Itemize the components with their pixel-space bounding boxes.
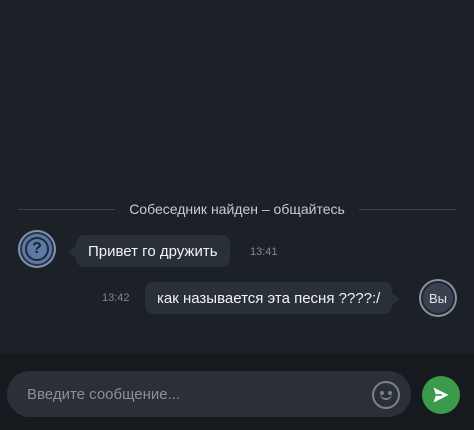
my-avatar-label: Вы xyxy=(428,290,447,306)
message-input-placeholder: Введите сообщение... xyxy=(27,385,181,403)
message-bubble-incoming: Привет го дружить xyxy=(68,235,230,267)
divider-left xyxy=(18,208,116,210)
message-text: Привет го дружить xyxy=(88,242,218,260)
chat-app: Собеседник найден – общайтесь ? Привет г… xyxy=(0,0,474,430)
send-button[interactable] xyxy=(422,376,460,414)
message-time: 13:42 xyxy=(102,292,130,304)
divider-right xyxy=(358,208,456,210)
message-text: как называется эта песня ????:/ xyxy=(157,289,381,307)
system-notice: Собеседник найден – общайтесь xyxy=(18,198,456,220)
emoji-mouth xyxy=(380,393,392,400)
message-time: 13:41 xyxy=(250,246,278,258)
message-list: Собеседник найден – общайтесь ? Привет г… xyxy=(0,0,474,354)
stranger-avatar: ? xyxy=(20,232,54,266)
emoji-smile-icon[interactable] xyxy=(372,381,400,409)
send-arrow-icon xyxy=(433,387,449,403)
system-message: Собеседник найден – общайтесь xyxy=(129,201,345,217)
composer: Введите сообщение... xyxy=(0,354,474,430)
message-input[interactable]: Введите сообщение... xyxy=(7,371,411,417)
message-bubble-outgoing: как называется эта песня ????:/ xyxy=(145,282,401,314)
my-avatar: Вы xyxy=(421,281,455,315)
question-mark-icon: ? xyxy=(25,237,49,261)
